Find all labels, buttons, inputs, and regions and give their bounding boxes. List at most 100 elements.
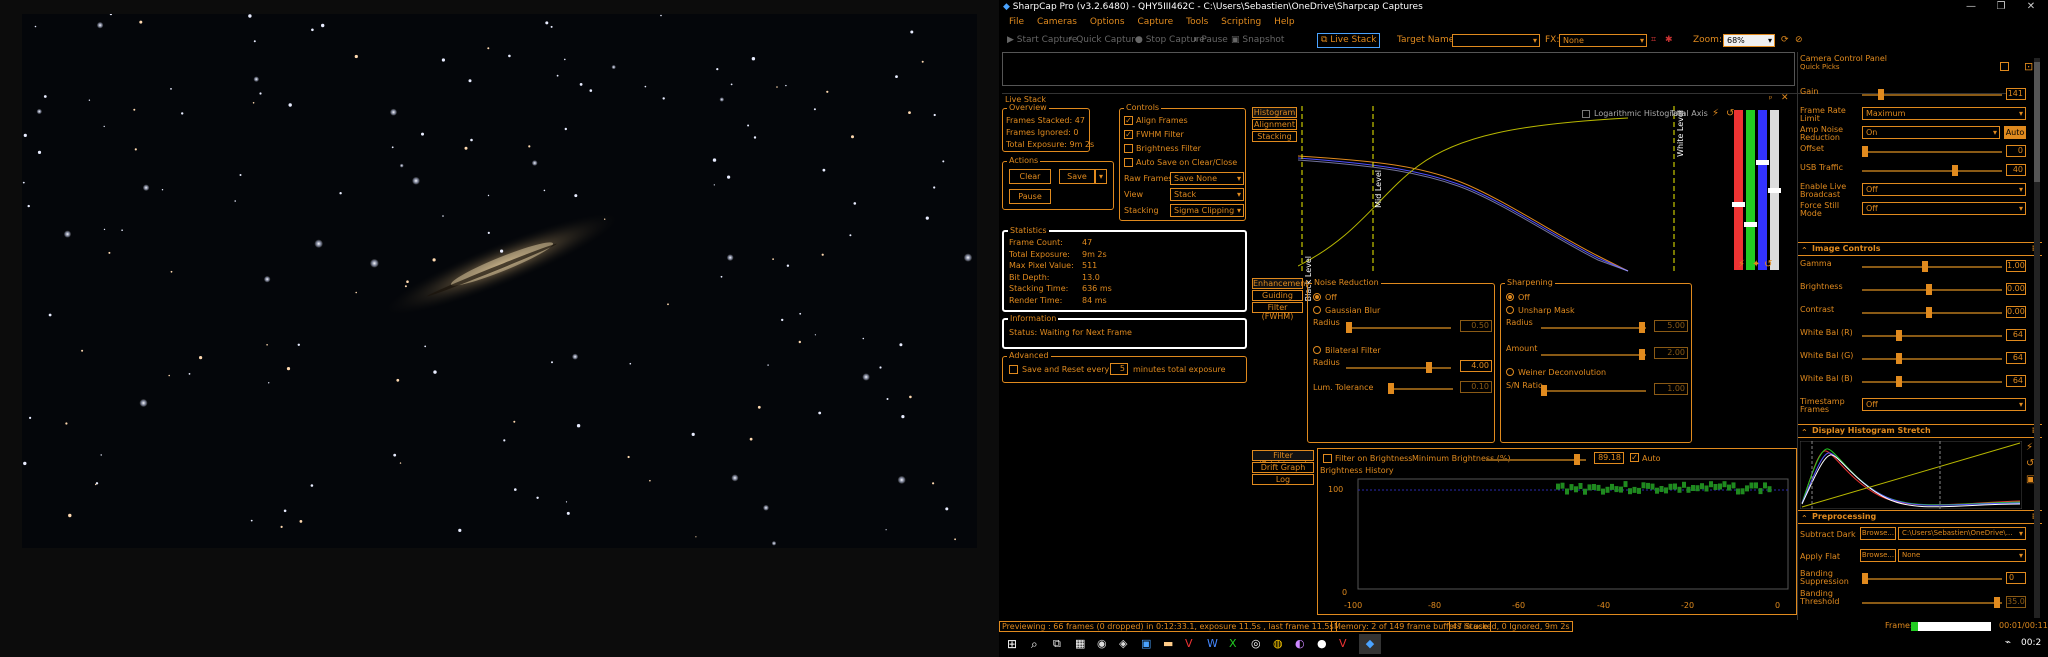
widgets-icon[interactable]: ▦ [1075,637,1085,650]
raw-frames-select[interactable]: Save None [1170,172,1244,185]
app-icon-1[interactable]: ◉ [1097,637,1107,650]
banding-threshold-slider[interactable] [1862,597,2002,608]
app-icon-4[interactable]: ◎ [1251,637,1261,650]
control-select[interactable]: On [1862,126,2000,139]
histogram-star-icon[interactable]: ✦ [1752,259,1760,270]
alert-icon[interactable]: ⊘ [1795,35,1803,45]
min-brightness-slider[interactable] [1486,454,1586,465]
save-reset-checkbox[interactable] [1009,365,1018,374]
stacking-select[interactable]: Sigma Clipping [1170,204,1244,217]
snr-slider[interactable] [1541,385,1646,396]
control-slider[interactable] [1862,261,2002,272]
control-value[interactable]: 40 [2006,164,2026,176]
word-icon[interactable]: W [1207,637,1218,650]
bilateral-radio[interactable] [1313,346,1321,354]
stretch-auto-icon[interactable]: ⚡ [2026,442,2033,453]
task-view-icon[interactable]: ⧉ [1053,637,1061,651]
lum-tolerance-value[interactable]: 0.10 [1460,381,1492,393]
clear-button[interactable]: Clear [1009,169,1051,184]
control-select[interactable]: Off [1862,183,2026,196]
control-slider[interactable] [1862,146,2002,157]
view-select[interactable]: Stack [1170,188,1244,201]
close-live-stack-icon[interactable]: ✕ [1781,93,1789,103]
chrome-icon[interactable]: ◍ [1273,637,1283,650]
app-icon-2[interactable]: ◈ [1119,637,1127,650]
pause-stack-button[interactable]: Pause [1009,189,1051,204]
tab-filter-brightness[interactable]: Filter (Brightness) [1252,450,1314,469]
control-value[interactable]: 64 [2006,352,2026,364]
zoom-select[interactable]: 68% [1723,34,1775,47]
control-select[interactable]: Maximum [1862,107,2026,120]
amount-slider[interactable] [1541,349,1646,360]
minutes-stepper[interactable]: 5 [1110,363,1128,375]
histogram-settings-icon[interactable]: ⚡ [1712,108,1719,119]
tab-log[interactable]: Log [1252,474,1314,485]
control-value[interactable]: 0 [2006,145,2026,157]
apply-flat-browse-button[interactable]: Browse... [1860,549,1896,562]
fx-select[interactable]: None [1559,34,1647,47]
auto-button[interactable]: Auto [2004,126,2026,139]
folder-icon[interactable]: ▬ [1163,637,1173,650]
minimize-button[interactable]: — [1957,0,1985,14]
unsharp-radio[interactable] [1506,306,1514,314]
display-histogram-chart[interactable] [1800,441,2022,509]
vivaldi-icon[interactable]: V [1185,637,1193,650]
collapse-icon[interactable]: ⌃ [1801,513,1808,525]
auto-checkbox[interactable]: ✓ [1630,453,1639,462]
control-value[interactable]: 64 [2006,375,2026,387]
live-stack-button[interactable]: ⧉ Live Stack [1317,33,1381,48]
weiner-radio[interactable] [1506,368,1514,376]
auto-save-checkbox[interactable] [1124,158,1133,167]
collapse-icon[interactable]: ⌃ [1801,245,1808,257]
app-icon-3[interactable]: ▣ [1141,637,1151,650]
save-button[interactable]: Save [1059,169,1095,184]
network-icon[interactable]: ⌁ [2005,637,2011,648]
tab-guiding[interactable]: Guiding [1252,290,1303,301]
menu-file[interactable]: File [1009,15,1024,29]
fwhm-filter-checkbox[interactable]: ✓ [1124,130,1133,139]
control-value[interactable]: 141 [2006,88,2026,100]
menu-tools[interactable]: Tools [1186,15,1208,29]
app-icon-7[interactable]: V [1339,637,1347,650]
control-slider[interactable] [1862,165,2002,176]
histogram-reset-icon[interactable]: ↺ [1726,108,1734,119]
noise-off-radio[interactable] [1313,293,1321,301]
clock[interactable]: 00:2 [2021,638,2041,648]
banding-suppression-slider[interactable] [1862,573,2002,584]
brightness-filter-checkbox[interactable] [1124,144,1133,153]
min-brightness-value[interactable]: 89.18 [1594,452,1624,464]
sharpen-off-radio[interactable] [1506,293,1514,301]
close-button[interactable]: ✕ [2017,0,2045,14]
crosshair-icon[interactable]: ⌗ [1651,35,1656,45]
tab-filter-fwhm[interactable]: Filter (FWHM) [1252,302,1303,321]
app-icon-5[interactable]: ◐ [1295,637,1305,650]
control-slider[interactable] [1862,284,2002,295]
refresh-icon[interactable]: ⟳ [1781,35,1789,45]
grid-icon[interactable]: ✱ [1665,35,1673,45]
excel-icon[interactable]: X [1229,637,1237,650]
pin-panel-icon[interactable]: ⊡ [2024,60,2033,73]
maximize-button[interactable]: ❐ [1987,0,2015,14]
sharpcap-taskbar-icon[interactable]: ◆ [1359,634,1381,654]
lum-tolerance-slider[interactable] [1388,383,1453,394]
tab-stacking[interactable]: Stacking [1252,131,1297,142]
menu-scripting[interactable]: Scripting [1221,15,1261,29]
control-slider[interactable] [1862,307,2002,318]
quick-capture-button[interactable]: ⚡ Quick Capture [1067,35,1140,45]
window-titlebar[interactable]: ◆ SharpCap Pro (v3.2.6480) - QHY5III462C… [999,0,2048,14]
menu-help[interactable]: Help [1274,15,1295,29]
gaussian-radius-value[interactable]: 0.50 [1460,320,1492,332]
pin-icon[interactable]: ᵖ [1769,94,1772,103]
gaussian-radio[interactable] [1313,306,1321,314]
menu-cameras[interactable]: Cameras [1037,15,1077,29]
subtract-dark-browse-button[interactable]: Browse... [1860,527,1896,540]
apply-flat-select[interactable]: None [1898,549,2026,562]
control-select[interactable]: Off [1862,398,2026,411]
unsharp-radius-slider[interactable] [1541,322,1646,333]
unsharp-radius-value[interactable]: 5.00 [1654,320,1688,332]
control-slider[interactable] [1862,376,2002,387]
control-slider[interactable] [1862,330,2002,341]
save-dropdown-icon[interactable]: ▾ [1095,169,1107,184]
amount-value[interactable]: 2.00 [1654,347,1688,359]
tab-alignment[interactable]: Alignment [1252,119,1297,130]
